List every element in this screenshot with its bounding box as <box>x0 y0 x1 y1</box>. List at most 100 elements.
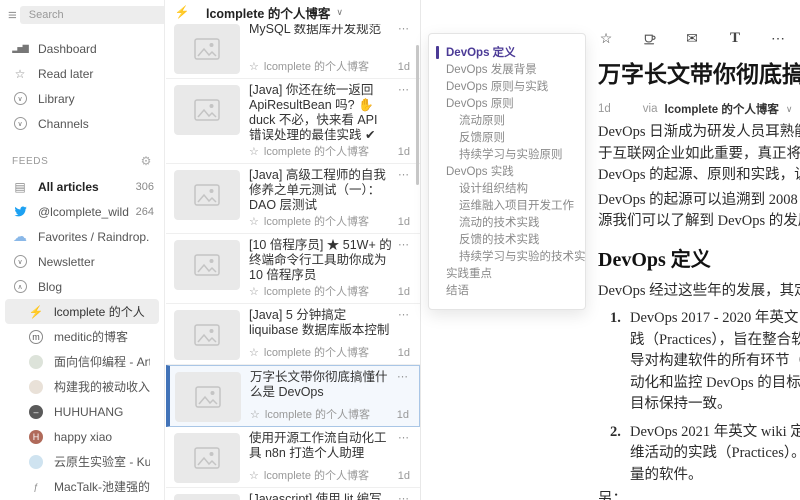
sidebar-nav-item[interactable]: ∨ Channels <box>0 111 164 136</box>
sidebar: ≡ ▂▅▇ Dashboard ☆ Read later ∨ Library ∨… <box>0 0 165 500</box>
feed-item[interactable]: 面向信仰编程 - Artic… <box>0 349 164 374</box>
article-row[interactable]: [Java] 高级工程师的自我修养之单元测试（一）：DAO 层测试 ⋯ ☆ lc… <box>166 164 420 234</box>
toc-item[interactable]: 实践重点 <box>429 265 585 282</box>
article-age: 1d <box>397 408 409 422</box>
toc-item[interactable]: 流动原则 <box>429 112 585 129</box>
article-row[interactable]: [Javascript] 使用 lit 编写 Web Components 简化… <box>166 488 420 500</box>
toc-item[interactable]: 结语 <box>429 282 585 299</box>
article-title: MySQL 数据库开发规范 <box>249 24 392 37</box>
toc-item[interactable]: DevOps 原则 <box>429 95 585 112</box>
article-thumbnail <box>174 85 240 135</box>
circle-chevron-down-icon: ∨ <box>12 117 28 130</box>
sidebar-nav-item[interactable]: ∨ Library <box>0 86 164 111</box>
more-icon[interactable]: ⋯ <box>770 30 786 47</box>
feed-item-label: All articles <box>38 180 132 194</box>
more-icon[interactable]: ⋯ <box>397 370 409 400</box>
feed-item[interactable]: ∧ Blog <box>0 274 164 299</box>
typography-icon[interactable]: T <box>727 30 743 47</box>
line-text: 源我们可以了解到 DevOps 的发展跟敏捷软件 <box>598 213 800 229</box>
feed-item-label: 面向信仰编程 - Artic… <box>54 353 150 370</box>
star-icon[interactable]: ☆ <box>250 408 260 422</box>
toc-item-label: 反馈原则 <box>459 132 505 144</box>
article-row[interactable]: [Java] 你还在统一返回 ApiResultBean 吗? ✋ duck 不… <box>166 79 420 164</box>
article-text-line: 导对构建软件的所有环节（从集成、测试 <box>598 351 800 373</box>
feed-item[interactable]: – HUHUHANG <box>0 399 164 424</box>
toc-item[interactable]: 运维融入项目开发工作 <box>429 197 585 214</box>
article-row[interactable]: MySQL 数据库开发规范 ⋯ ☆ lcomplete 的个人博客 1d <box>166 24 420 79</box>
star-icon[interactable]: ☆ <box>598 30 614 47</box>
toc-item[interactable]: 反馈的技术实践 <box>429 231 585 248</box>
toc-item[interactable]: DevOps 实践 <box>429 163 585 180</box>
article-text-line: 目标保持一致。 <box>598 394 800 416</box>
feed-item-label: happy xiao <box>54 430 150 444</box>
feed-item[interactable]: ▤ All articles 306 <box>0 174 164 199</box>
gear-icon[interactable]: ⚙ <box>141 154 152 168</box>
article-feed-name: lcomplete 的个人博客 <box>264 215 393 229</box>
star-icon[interactable]: ☆ <box>249 285 259 299</box>
star-icon[interactable]: ☆ <box>249 60 259 74</box>
article-row[interactable]: 万字长文带你彻底搞懂什么是 DevOps ⋯ ☆ lcomplete 的个人博客… <box>166 365 420 427</box>
sidebar-nav-item[interactable]: ▂▅▇ Dashboard <box>0 36 164 61</box>
feed-item[interactable]: ∨ Newsletter <box>0 249 164 274</box>
article-body: DevOps 日渐成为研发人员耳熟能详的一个组 于互联网企业如此重要，真正将其思… <box>598 122 800 500</box>
toc-item[interactable]: 反馈原则 <box>429 129 585 146</box>
mail-icon[interactable]: ✉ <box>684 30 700 47</box>
more-icon[interactable]: ⋯ <box>398 168 410 213</box>
more-icon[interactable]: ⋯ <box>398 492 410 500</box>
article-row[interactable]: [10 倍程序员] ★ 51W+ 的终端命令行工具助你成为 10 倍程序员 ⋯ … <box>166 234 420 304</box>
search-input[interactable] <box>20 6 165 24</box>
more-icon[interactable]: ⋯ <box>398 24 410 37</box>
star-icon[interactable]: ☆ <box>249 215 259 229</box>
line-text: 量的软件。 <box>630 467 703 483</box>
feed-item[interactable]: m meditic的博客 <box>0 324 164 349</box>
article-age: 1d <box>398 285 410 299</box>
hamburger-icon[interactable]: ≡ <box>8 7 17 24</box>
article-feed-name: lcomplete 的个人博客 <box>264 285 393 299</box>
article-text-line: 量的软件。 <box>598 465 800 487</box>
line-text: 维活动的实践（Practices）。目标是缩 <box>630 445 800 461</box>
more-icon[interactable]: ⋯ <box>398 308 410 338</box>
feed-item[interactable]: 构建我的被动收入 <box>0 374 164 399</box>
article-page-title: 万字长文带你彻底搞懂什么是 DevOps <box>598 55 800 89</box>
article-list-panel: ⚡ lcomplete 的个人博客 ∨ MySQL 数据库开发规范 <box>166 0 421 500</box>
star-icon[interactable]: ☆ <box>249 346 259 360</box>
reader-toolbar: ☆ ✉ T ⋯ <box>598 30 786 47</box>
toc-item[interactable]: 持续学习与实验原则 <box>429 146 585 163</box>
feed-item[interactable]: ⚡ lcomplete 的个人博客 <box>5 299 159 324</box>
star-icon[interactable]: ☆ <box>249 469 259 483</box>
toc-item[interactable]: 持续学习与实验的技术实践 <box>429 248 585 265</box>
feed-item[interactable]: @lcomplete_wild (Twitt… 264 <box>0 199 164 224</box>
feed-item[interactable]: 云原生实验室 - Kube… <box>0 449 164 474</box>
toc-item[interactable]: DevOps 定义 <box>429 44 585 61</box>
article-row[interactable]: [Java] 5 分钟搞定 liquibase 数据库版本控制 ⋯ ☆ lcom… <box>166 304 420 365</box>
line-text: DevOps 2021 年英文 wiki 定义（直译） <box>630 424 800 440</box>
avatar-icon <box>28 455 44 469</box>
line-text: 于互联网企业如此重要，真正将其思考透彻的 <box>598 146 800 162</box>
more-icon[interactable]: ⋯ <box>398 238 410 283</box>
toc-item[interactable]: 设计组织结构 <box>429 180 585 197</box>
line-text: 动化和监控 DevOps 的目标是缩短开发周 <box>630 375 800 391</box>
article-age: 1d <box>398 145 410 159</box>
feed-item[interactable]: H happy xiao <box>0 424 164 449</box>
toc-item[interactable]: DevOps 发展背景 <box>429 61 585 78</box>
sidebar-nav-item[interactable]: ☆ Read later <box>0 61 164 86</box>
chevron-down-icon[interactable]: ∨ <box>786 104 793 115</box>
coffee-icon[interactable] <box>641 31 657 46</box>
article-list-header[interactable]: ⚡ lcomplete 的个人博客 ∨ <box>166 0 420 24</box>
chevron-down-icon[interactable]: ∨ <box>336 7 343 18</box>
toc-item-label: DevOps 发展背景 <box>446 64 537 76</box>
source-feed-link[interactable]: lcomplete 的个人博客 <box>665 101 779 117</box>
feed-item[interactable]: ƒ MacTalk-池建强的… <box>0 474 164 499</box>
lightning-icon: ⚡ <box>174 5 190 19</box>
feed-item[interactable]: ☁ Favorites / Raindrop.io <box>0 224 164 249</box>
star-icon[interactable]: ☆ <box>249 145 259 159</box>
feed-item-label: Blog <box>38 280 150 294</box>
article-text-line: 2. DevOps 2021 年英文 wiki 定义（直译） <box>598 422 800 444</box>
list-scrollbar[interactable] <box>416 45 419 185</box>
more-icon[interactable]: ⋯ <box>398 431 410 461</box>
toc-item[interactable]: 流动的技术实践 <box>429 214 585 231</box>
more-icon[interactable]: ⋯ <box>398 83 410 143</box>
toc-item[interactable]: DevOps 原则与实践 <box>429 78 585 95</box>
article-row[interactable]: 使用开源工作流自动化工具 n8n 打造个人助理 ⋯ ☆ lcomplete 的个… <box>166 427 420 488</box>
sidebar-item-label: Dashboard <box>38 42 154 56</box>
